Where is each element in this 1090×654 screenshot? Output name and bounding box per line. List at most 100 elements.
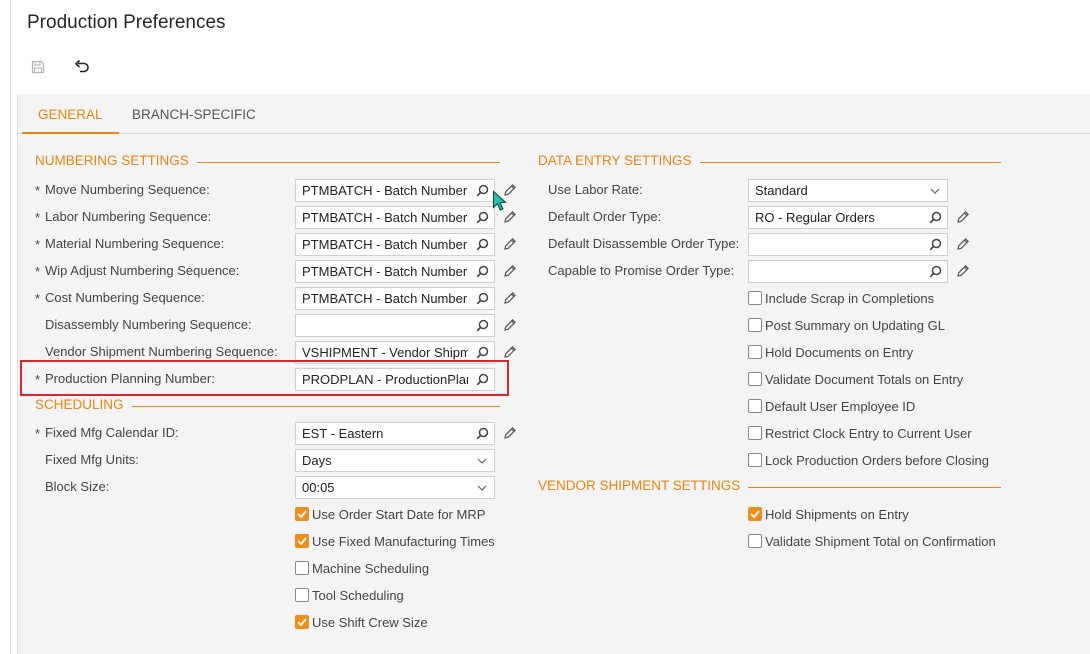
block-size-dropdown[interactable]: 00:05 xyxy=(295,476,495,499)
checkbox-post-summary[interactable]: Post Summary on Updating GL xyxy=(748,315,945,335)
use-labor-rate-toggle[interactable] xyxy=(925,180,945,201)
move-numbering-field[interactable]: PTMBATCH - Batch Numbering xyxy=(295,179,495,202)
pencil-icon xyxy=(504,319,516,331)
use-labor-rate-dropdown[interactable]: Standard xyxy=(748,179,948,202)
tab-branch-specific[interactable]: BRANCH-SPECIFIC xyxy=(116,94,272,134)
checkbox-box[interactable] xyxy=(748,426,762,440)
checkbox-box[interactable] xyxy=(295,534,309,548)
checkbox-label: Machine Scheduling xyxy=(312,560,430,576)
labor-numbering-field[interactable]: PTMBATCH - Batch Numbering xyxy=(295,206,495,229)
fixed-mfg-units-value: Days xyxy=(302,453,332,468)
labor-numbering-lookup[interactable] xyxy=(472,207,492,228)
section-title: DATA ENTRY SETTINGS xyxy=(538,153,692,168)
checkbox-label: Lock Production Orders before Closing xyxy=(765,452,990,468)
pencil-icon xyxy=(504,211,516,223)
checkbox-use-fixed-manufacturing-times[interactable]: Use Fixed Manufacturing Times xyxy=(295,531,495,551)
checkbox-restrict-clock-entry[interactable]: Restrict Clock Entry to Current User xyxy=(748,423,972,443)
disassembly-numbering-lookup[interactable] xyxy=(472,315,492,336)
checkbox-lock-production-orders[interactable]: Lock Production Orders before Closing xyxy=(748,450,989,470)
cost-numbering-edit[interactable] xyxy=(501,289,519,307)
wip-adjust-numbering-lookup[interactable] xyxy=(472,261,492,282)
capable-to-promise-order-type-edit[interactable] xyxy=(954,262,972,280)
checkbox-box[interactable] xyxy=(748,318,762,332)
checkbox-box[interactable] xyxy=(748,372,762,386)
default-order-type-value: RO - Regular Orders xyxy=(755,210,875,225)
save-button[interactable] xyxy=(26,56,50,78)
checkbox-validate-document-totals[interactable]: Validate Document Totals on Entry xyxy=(748,369,963,389)
search-icon xyxy=(929,211,941,224)
material-numbering-field[interactable]: PTMBATCH - Batch Numbering xyxy=(295,233,495,256)
disassembly-numbering-field[interactable] xyxy=(295,314,495,337)
checkbox-box[interactable] xyxy=(295,561,309,575)
checkbox-label: Restrict Clock Entry to Current User xyxy=(765,425,972,441)
pencil-icon xyxy=(504,238,516,250)
checkbox-box[interactable] xyxy=(748,291,762,305)
cost-numbering-field[interactable]: PTMBATCH - Batch Numbering xyxy=(295,287,495,310)
block-size-value: 00:05 xyxy=(302,480,335,495)
default-disassemble-order-type-lookup[interactable] xyxy=(925,234,945,255)
checkbox-box[interactable] xyxy=(748,453,762,467)
checkbox-box[interactable] xyxy=(748,507,762,521)
checkbox-box[interactable] xyxy=(295,507,309,521)
fixed-mfg-units-toggle[interactable] xyxy=(472,450,492,471)
tab-general[interactable]: GENERAL xyxy=(22,94,119,134)
default-order-type-lookup[interactable] xyxy=(925,207,945,228)
checkbox-label: Validate Document Totals on Entry xyxy=(765,371,964,387)
checkbox-hold-documents[interactable]: Hold Documents on Entry xyxy=(748,342,913,362)
default-order-type-edit[interactable] xyxy=(954,208,972,226)
fixed-mfg-calendar-field[interactable]: EST - Eastern xyxy=(295,422,495,445)
checkbox-hold-shipments[interactable]: Hold Shipments on Entry xyxy=(748,504,909,524)
checkmark-icon xyxy=(297,537,307,545)
fixed-mfg-calendar-edit[interactable] xyxy=(501,424,519,442)
checkbox-label: Validate Shipment Total on Confirmation xyxy=(765,533,996,549)
material-numbering-value: PTMBATCH - Batch Numbering xyxy=(302,237,468,252)
section-title: SCHEDULING xyxy=(35,397,124,412)
checkbox-use-shift-crew-size[interactable]: Use Shift Crew Size xyxy=(295,612,428,632)
checkbox-box[interactable] xyxy=(295,615,309,629)
search-icon xyxy=(476,265,488,278)
checkbox-box[interactable] xyxy=(748,534,762,548)
wip-adjust-numbering-edit[interactable] xyxy=(501,262,519,280)
disassembly-numbering-edit[interactable] xyxy=(501,316,519,334)
block-size-toggle[interactable] xyxy=(472,477,492,498)
section-title: NUMBERING SETTINGS xyxy=(35,153,189,168)
search-icon xyxy=(476,292,488,305)
undo-icon xyxy=(74,59,89,73)
checkbox-include-scrap[interactable]: Include Scrap in Completions xyxy=(748,288,934,308)
cost-numbering-lookup[interactable] xyxy=(472,288,492,309)
checkbox-box[interactable] xyxy=(748,345,762,359)
labor-numbering-value: PTMBATCH - Batch Numbering xyxy=(302,210,468,225)
move-numbering-lookup[interactable] xyxy=(472,180,492,201)
search-icon xyxy=(476,238,488,251)
default-order-type-field[interactable]: RO - Regular Orders xyxy=(748,206,948,229)
section-rule xyxy=(131,406,500,407)
wip-adjust-numbering-value: PTMBATCH - Batch Numbering xyxy=(302,264,468,279)
default-disassemble-order-type-field[interactable] xyxy=(748,233,948,256)
search-icon xyxy=(476,319,488,332)
fixed-mfg-calendar-lookup[interactable] xyxy=(472,423,492,444)
checkmark-icon xyxy=(297,510,307,518)
capable-to-promise-order-type-field[interactable] xyxy=(748,260,948,283)
undo-button[interactable] xyxy=(70,56,94,78)
required-marker: * xyxy=(35,291,41,306)
material-numbering-lookup[interactable] xyxy=(472,234,492,255)
search-icon xyxy=(929,238,941,251)
vendor-shipment-numbering-edit[interactable] xyxy=(501,343,519,361)
default-disassemble-order-type-edit[interactable] xyxy=(954,235,972,253)
checkbox-box[interactable] xyxy=(295,588,309,602)
fixed-mfg-units-dropdown[interactable]: Days xyxy=(295,449,495,472)
checkbox-machine-scheduling[interactable]: Machine Scheduling xyxy=(295,558,429,578)
highlight-box xyxy=(20,360,509,396)
left-divider xyxy=(10,0,11,654)
checkbox-validate-shipment-total[interactable]: Validate Shipment Total on Confirmation xyxy=(748,531,996,551)
checkbox-default-user-employee[interactable]: Default User Employee ID xyxy=(748,396,915,416)
checkbox-tool-scheduling[interactable]: Tool Scheduling xyxy=(295,585,404,605)
capable-to-promise-order-type-lookup[interactable] xyxy=(925,261,945,282)
checkbox-label: Use Shift Crew Size xyxy=(312,614,428,630)
checkbox-use-order-start-date[interactable]: Use Order Start Date for MRP xyxy=(295,504,485,524)
checkbox-box[interactable] xyxy=(748,399,762,413)
pencil-icon xyxy=(504,427,516,439)
section-vendor-shipment-settings: VENDOR SHIPMENT SETTINGS xyxy=(538,478,1001,493)
material-numbering-edit[interactable] xyxy=(501,235,519,253)
wip-adjust-numbering-field[interactable]: PTMBATCH - Batch Numbering xyxy=(295,260,495,283)
